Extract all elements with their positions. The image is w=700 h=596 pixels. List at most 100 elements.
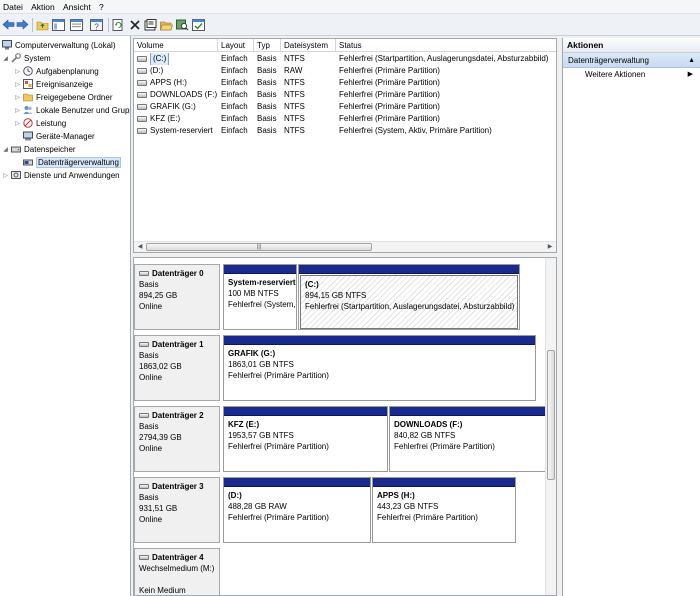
- tree-item-dienste[interactable]: ▷ Dienste und Anwendungen: [2, 169, 119, 181]
- actions-pane: Aktionen Datenträgerverwaltung ▲ Weitere…: [562, 38, 700, 596]
- partition-grafik[interactable]: GRAFIK (G:) 1863,01 GB NTFS Fehlerfrei (…: [223, 335, 536, 401]
- scroll-right-icon[interactable]: ▶: [545, 243, 555, 252]
- back-arrow-icon[interactable]: [2, 18, 15, 31]
- show-hide-console-tree-icon[interactable]: [52, 18, 65, 31]
- collapse-arrow-icon[interactable]: ▷: [2, 172, 9, 179]
- disk-icon: [139, 484, 149, 489]
- menu-bar: Datei Aktion Ansicht ?: [0, 0, 700, 14]
- refresh-icon[interactable]: [112, 18, 125, 31]
- partition-bar: [299, 265, 519, 274]
- disk-map: Datenträger 0 Basis 894,25 GB Online Sys…: [133, 257, 557, 596]
- submenu-arrow-icon: ▶: [687, 71, 693, 78]
- scrollbar-thumb[interactable]: |||: [146, 243, 372, 251]
- disk-info[interactable]: Datenträger 3 Basis 931,51 GB Online: [134, 477, 220, 543]
- partition-apps[interactable]: APPS (H:) 443,23 GB NTFS Fehlerfrei (Pri…: [372, 477, 516, 543]
- partition-d[interactable]: (D:) 488,28 GB RAW Fehlerfrei (Primäre P…: [223, 477, 371, 543]
- collapse-arrow-icon[interactable]: ▷: [14, 120, 21, 127]
- column-header-dateisystem[interactable]: Dateisystem: [281, 39, 336, 52]
- computer-icon: [2, 40, 12, 50]
- disk-info[interactable]: Datenträger 1 Basis 1863,02 GB Online: [134, 335, 220, 401]
- collapse-caret-icon[interactable]: ▲: [688, 53, 695, 68]
- menu-ansicht[interactable]: Ansicht: [60, 0, 94, 12]
- svg-text:?: ?: [94, 22, 99, 31]
- volume-icon: [137, 68, 147, 74]
- partition-kfz[interactable]: KFZ (E:) 1953,57 GB NTFS Fehlerfrei (Pri…: [223, 406, 388, 472]
- volume-icon: [137, 128, 147, 134]
- collapse-arrow-icon[interactable]: ▷: [14, 107, 21, 114]
- column-header-volume[interactable]: Volume: [134, 39, 218, 52]
- users-icon: [23, 105, 33, 115]
- scroll-left-icon[interactable]: ◀: [135, 243, 145, 252]
- column-header-status[interactable]: Status: [336, 39, 556, 52]
- forward-arrow-icon[interactable]: [16, 18, 29, 31]
- action-weitere-aktionen[interactable]: Weitere Aktionen ▶: [563, 68, 700, 82]
- expand-arrow-icon[interactable]: ◢: [2, 55, 9, 62]
- properties-sheet-icon[interactable]: [144, 18, 157, 31]
- tree-item-datenspeicher[interactable]: ◢ Datenspeicher: [2, 143, 75, 155]
- volume-row[interactable]: System-reserviert Einfach Basis NTFS Feh…: [134, 125, 556, 137]
- column-header-typ[interactable]: Typ: [254, 39, 281, 52]
- disk-2: Datenträger 2 Basis 2794,39 GB Online KF…: [134, 406, 546, 472]
- disk-1: Datenträger 1 Basis 1863,02 GB Online GR…: [134, 335, 546, 401]
- volume-icon: [137, 104, 147, 110]
- up-folder-icon[interactable]: [36, 18, 49, 31]
- clock-icon: [23, 66, 33, 76]
- disk-management-icon: [23, 157, 33, 167]
- device-manager-icon: [23, 131, 33, 141]
- volume-list-horizontal-scrollbar[interactable]: ◀ ||| ▶: [134, 241, 556, 252]
- disk-icon: [139, 342, 149, 347]
- collapse-arrow-icon[interactable]: ▷: [14, 68, 21, 75]
- menu-aktion[interactable]: Aktion: [28, 0, 58, 12]
- tree-item-system[interactable]: ◢ System: [2, 52, 51, 64]
- volume-row[interactable]: GRAFIK (G:) Einfach Basis NTFS Fehlerfre…: [134, 101, 556, 113]
- volume-row[interactable]: KFZ (E:) Einfach Basis NTFS Fehlerfrei (…: [134, 113, 556, 125]
- performance-icon: [23, 118, 33, 128]
- volume-list: Volume Layout Typ Dateisystem Status (C:…: [133, 38, 557, 253]
- volume-icon: [137, 116, 147, 122]
- delete-icon[interactable]: [128, 18, 141, 31]
- partition-downloads[interactable]: DOWNLOADS (F:) 840,82 GB NTFS Fehlerfrei…: [389, 406, 546, 472]
- disk-info[interactable]: Datenträger 0 Basis 894,25 GB Online: [134, 264, 220, 330]
- open-folder-icon[interactable]: [160, 18, 173, 31]
- volume-row[interactable]: (D:) Einfach Basis RAW Fehlerfrei (Primä…: [134, 65, 556, 77]
- help-icon[interactable]: ?: [90, 18, 103, 31]
- disk-info[interactable]: Datenträger 2 Basis 2794,39 GB Online: [134, 406, 220, 472]
- disk-0: Datenträger 0 Basis 894,25 GB Online Sys…: [134, 264, 546, 330]
- collapse-arrow-icon[interactable]: ▷: [14, 94, 21, 101]
- tree-item-datentraegerverwaltung[interactable]: Datenträgerverwaltung: [23, 156, 121, 168]
- services-icon: [11, 170, 21, 180]
- disk-info[interactable]: Datenträger 4 Wechselmedium (M:) Kein Me…: [134, 548, 220, 595]
- tree-item-aufgabenplanung[interactable]: ▷ Aufgabenplanung: [14, 65, 99, 77]
- properties-icon[interactable]: [70, 18, 83, 31]
- volume-row[interactable]: APPS (H:) Einfach Basis NTFS Fehlerfrei …: [134, 77, 556, 89]
- partition-system-reserved[interactable]: System-reserviert 100 MB NTFS Fehlerfrei…: [223, 264, 297, 330]
- partition-bar: [224, 336, 535, 345]
- menu-help[interactable]: ?: [96, 0, 107, 12]
- tree-item-freigegebene-ordner[interactable]: ▷ Freigegebene Ordner: [14, 91, 112, 103]
- toolbar: ?: [0, 14, 700, 36]
- volume-row[interactable]: DOWNLOADS (F:) Einfach Basis NTFS Fehler…: [134, 89, 556, 101]
- actions-section-datentraegerverwaltung[interactable]: Datenträgerverwaltung ▲: [563, 53, 700, 68]
- tree-item-leistung[interactable]: ▷ Leistung: [14, 117, 66, 129]
- column-header-layout[interactable]: Layout: [218, 39, 254, 52]
- tree-item-ereignisanzeige[interactable]: ▷ Ereignisanzeige: [14, 78, 93, 90]
- check-disk-icon[interactable]: [192, 18, 205, 31]
- expand-arrow-icon[interactable]: ◢: [2, 146, 9, 153]
- console-tree: Computerverwaltung (Lokal) ◢ System ▷ Au…: [0, 36, 131, 596]
- tree-item-computerverwaltung[interactable]: Computerverwaltung (Lokal): [2, 39, 116, 51]
- tree-item-lokale-benutzer[interactable]: ▷ Lokale Benutzer und Gruppen: [14, 104, 130, 116]
- disk-icon: [139, 413, 149, 418]
- disk-map-vertical-scrollbar[interactable]: [545, 258, 556, 595]
- tree-item-geraete-manager[interactable]: Geräte-Manager: [23, 130, 95, 142]
- partition-bar: [390, 407, 545, 416]
- volume-icon: [137, 92, 147, 98]
- volume-row[interactable]: (C:) Einfach Basis NTFS Fehlerfrei (Star…: [134, 53, 556, 65]
- menu-datei[interactable]: Datei: [0, 0, 26, 12]
- search-volume-icon[interactable]: [176, 18, 189, 31]
- partition-bar: [224, 265, 296, 274]
- partition-c[interactable]: (C:) 894,15 GB NTFS Fehlerfrei (Startpar…: [298, 264, 520, 330]
- scrollbar-thumb[interactable]: [547, 350, 555, 480]
- disk-icon: [139, 271, 149, 276]
- partition-bar: [224, 478, 370, 487]
- collapse-arrow-icon[interactable]: ▷: [14, 81, 21, 88]
